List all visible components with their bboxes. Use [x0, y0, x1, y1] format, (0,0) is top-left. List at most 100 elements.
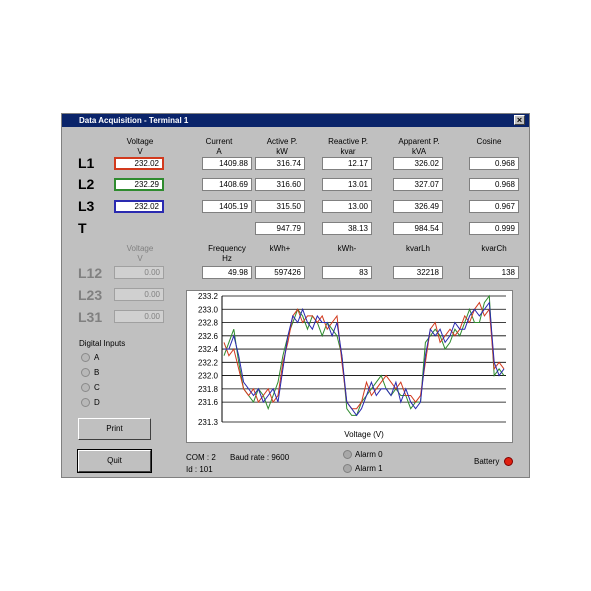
line-voltage-l12-field[interactable]: 0.00 [114, 266, 164, 279]
voltage-chart-svg: 233.2 233.0 232.8 232.6 232.4 232.2 232.0 231.8… [198, 292, 506, 439]
x-axis-label: Voltage (V) [344, 430, 384, 439]
print-button[interactable]: Print [78, 418, 151, 440]
y-tick-label: 231.6 [198, 398, 219, 407]
phase-l1-current-field[interactable]: 1409.88 [202, 157, 252, 170]
column-header-cosine: Cosine [454, 137, 524, 147]
phase-l3-current-field[interactable]: 1405.19 [202, 200, 252, 213]
column-header-name: Voltage [126, 137, 154, 146]
column-header-unit: V [137, 147, 143, 156]
column-header-current: Current A [184, 137, 254, 157]
column-header-name: Active P. [266, 137, 298, 146]
column-header-unit: A [216, 147, 222, 156]
voltage-chart: 233.2 233.0 232.8 232.6 232.4 232.2 232.0 231.8… [186, 290, 513, 443]
phase-l1-voltage-field[interactable]: 232.02 [114, 157, 164, 170]
device-id-status: Id : 101 [186, 465, 213, 474]
y-tick-label: 232.6 [198, 332, 219, 341]
column-header-active-p: Active P. kW [247, 137, 317, 157]
energy-header-2: kWh+ [245, 244, 315, 254]
total-active-field[interactable]: 947.79 [255, 222, 305, 235]
y-tick-label: 233.2 [198, 292, 219, 301]
energy-header-name: kvarLh [405, 244, 430, 253]
energy-header-unit: Hz [222, 254, 232, 263]
column-header-unit: kvar [340, 147, 356, 156]
quit-button[interactable]: Quit [77, 449, 152, 473]
phase-l2-cosine-field[interactable]: 0.968 [469, 178, 519, 191]
series-line-2 [223, 301, 505, 410]
series-line-1 [223, 294, 505, 416]
column-header-name: Cosine [476, 137, 502, 146]
column-header-unit: kVA [411, 147, 427, 156]
energy-header-name: kWh+ [269, 244, 291, 253]
phase-l2-voltage-field[interactable]: 232.29 [114, 178, 164, 191]
total-apparent-field[interactable]: 984.54 [393, 222, 443, 235]
digital-input-d-indicator[interactable] [81, 398, 90, 407]
phase-l2-apparent-field[interactable]: 327.07 [393, 178, 443, 191]
line-voltage-l23-field[interactable]: 0.00 [114, 288, 164, 301]
phase-l1-active-field[interactable]: 316.74 [255, 157, 305, 170]
com-port-status: COM : 2 [186, 453, 216, 462]
row-label-l3: L3 [78, 198, 95, 214]
digital-input-b-indicator[interactable] [81, 368, 90, 377]
digital-input-c-indicator[interactable] [81, 383, 90, 392]
phase-l2-reactive-field[interactable]: 13.01 [322, 178, 372, 191]
phase-l3-apparent-field[interactable]: 326.49 [393, 200, 443, 213]
column-header-voltage: Voltage V [105, 137, 175, 157]
energy-field-3[interactable]: 83 [322, 266, 372, 279]
data-acquisition-window: Data Acquisition - Terminal 1 × Voltage V… [61, 113, 530, 478]
digital-input-a-indicator[interactable] [81, 353, 90, 362]
energy-header-3: kWh- [312, 244, 382, 254]
digital-input-a-label: A [94, 353, 100, 362]
alarm-0-indicator [343, 450, 352, 459]
phase-l2-active-field[interactable]: 316.60 [255, 178, 305, 191]
window-title: Data Acquisition - Terminal 1 [79, 116, 189, 125]
phase-l3-active-field[interactable]: 315.50 [255, 200, 305, 213]
row-label-l23: L23 [78, 287, 103, 303]
phase-l3-cosine-field[interactable]: 0.967 [469, 200, 519, 213]
total-reactive-field[interactable]: 38.13 [322, 222, 372, 235]
energy-field-5[interactable]: 138 [469, 266, 519, 279]
phase-l3-voltage-field[interactable]: 232.02 [114, 200, 164, 213]
phase-l3-reactive-field[interactable]: 13.00 [322, 200, 372, 213]
battery-label: Battery [474, 457, 500, 466]
energy-header-4: kvarLh [383, 244, 453, 254]
energy-field-2[interactable]: 597426 [255, 266, 305, 279]
battery-indicator [504, 457, 513, 466]
total-cosine-field[interactable]: 0.999 [469, 222, 519, 235]
digital-input-d-label: D [94, 398, 100, 407]
row-label-l1: L1 [78, 155, 95, 171]
line-voltage-l31-field[interactable]: 0.00 [114, 310, 164, 323]
title-bar[interactable]: Data Acquisition - Terminal 1 × [62, 114, 529, 127]
line-voltage-header-name: Voltage [126, 244, 154, 253]
phase-l2-current-field[interactable]: 1408.69 [202, 178, 252, 191]
energy-header-5: kvarCh [459, 244, 529, 254]
row-label-l2: L2 [78, 176, 95, 192]
y-tick-label: 232.8 [198, 319, 219, 328]
phase-l1-cosine-field[interactable]: 0.968 [469, 157, 519, 170]
y-tick-label: 232.0 [198, 372, 219, 381]
phase-l1-reactive-field[interactable]: 12.17 [322, 157, 372, 170]
column-header-name: Reactive P. [328, 137, 368, 146]
column-header-name: Current [205, 137, 233, 146]
phase-l1-apparent-field[interactable]: 326.02 [393, 157, 443, 170]
digital-input-b-label: B [94, 368, 100, 377]
alarm-1-indicator [343, 464, 352, 473]
energy-field-1[interactable]: 49.98 [202, 266, 252, 279]
line-voltage-header: Voltage V [105, 244, 175, 264]
energy-field-4[interactable]: 32218 [393, 266, 443, 279]
row-label-l31: L31 [78, 309, 103, 325]
y-tick-label: 233.0 [198, 305, 219, 314]
energy-header-name: kvarCh [481, 244, 507, 253]
row-label-total: T [78, 220, 87, 236]
alarm-0-label: Alarm 0 [355, 450, 383, 459]
y-tick-label: 232.2 [198, 358, 219, 367]
digital-input-c-label: C [94, 383, 100, 392]
close-button[interactable]: × [514, 115, 525, 125]
column-header-name: Apparent P. [398, 137, 440, 146]
line-voltage-header-unit: V [137, 254, 143, 263]
column-header-unit: kW [276, 147, 288, 156]
energy-header-name: kWh- [337, 244, 357, 253]
row-label-l12: L12 [78, 265, 103, 281]
column-header-apparent-p: Apparent P. kVA [384, 137, 454, 157]
y-tick-label: 232.4 [198, 345, 219, 354]
y-tick-label: 231.3 [198, 418, 219, 427]
